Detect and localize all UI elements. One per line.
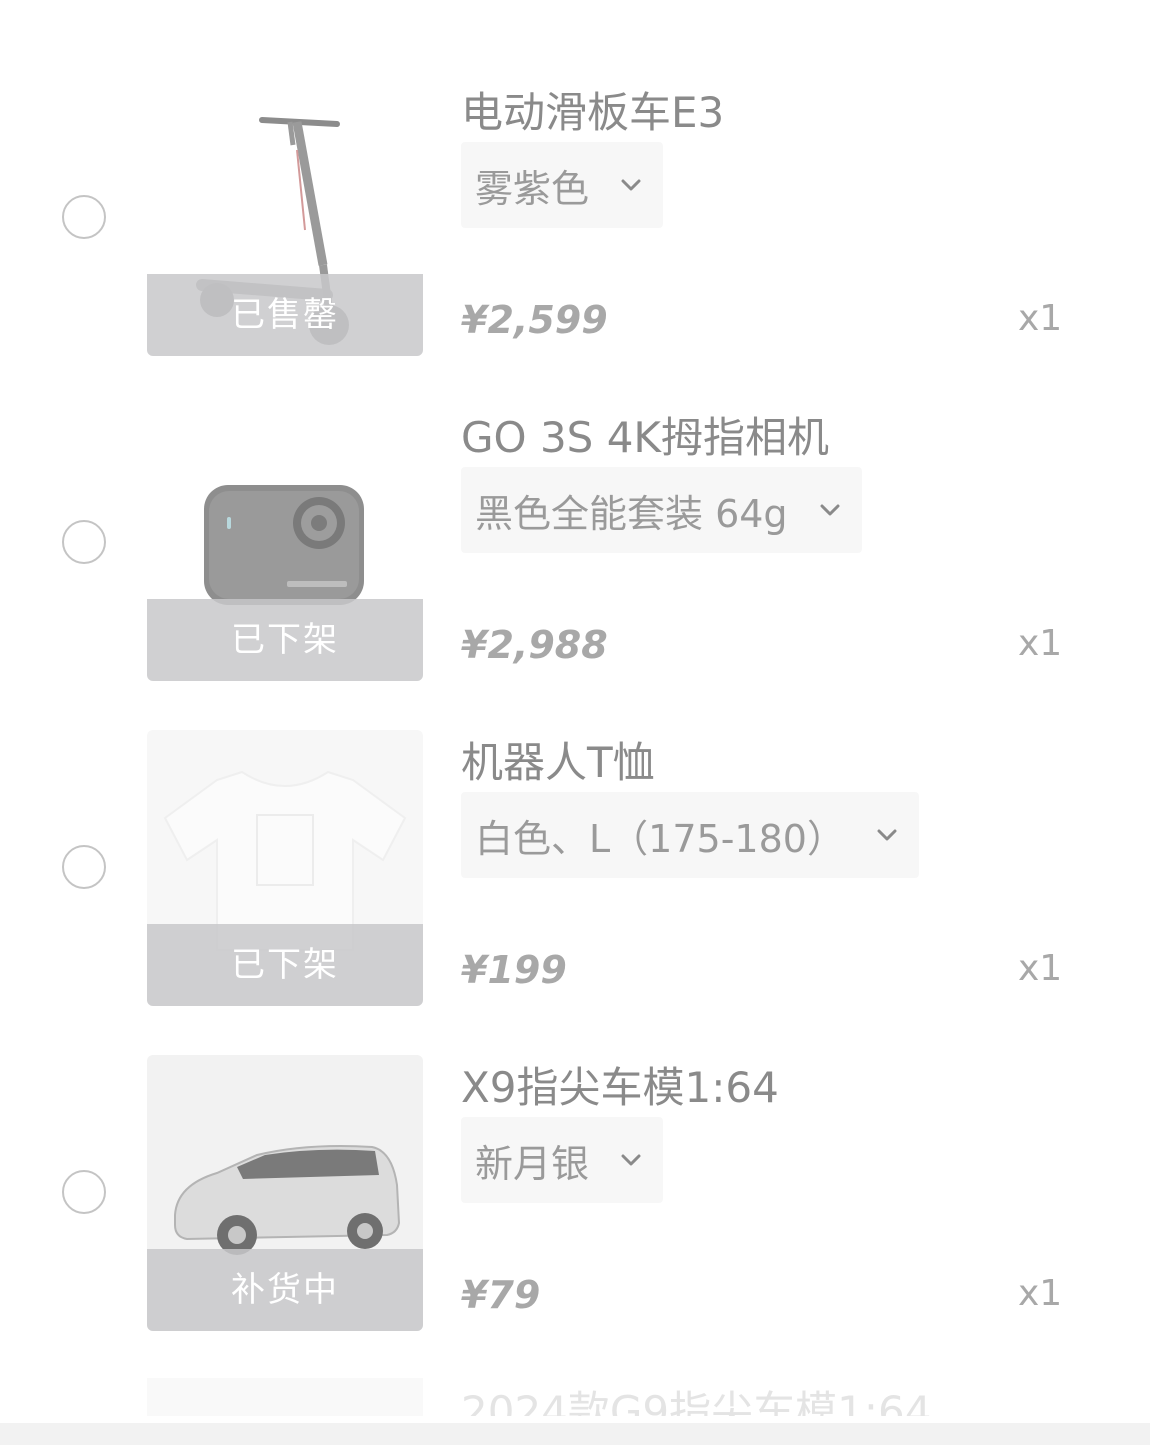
status-label: 已下架 — [147, 924, 423, 1006]
chevron-down-icon — [877, 829, 897, 841]
bottom-bar — [0, 1423, 1150, 1445]
status-label: 已售罄 — [147, 274, 423, 356]
chevron-down-icon — [621, 1154, 641, 1166]
variant-label: 黑色全能套装 64g — [475, 491, 788, 536]
variant-label: 白色、L（175-180） — [475, 816, 845, 861]
cart-item: 补货中 X9指尖车模1:64 新月银 ¥79 x1 — [0, 1030, 1150, 1355]
select-radio[interactable] — [62, 845, 106, 889]
variant-label: 雾紫色 — [475, 166, 590, 211]
product-thumbnail[interactable]: 已售罄 — [147, 80, 423, 356]
product-price: ¥79 — [461, 1273, 541, 1317]
product-name[interactable]: X9指尖车模1:64 — [461, 1054, 779, 1115]
product-name[interactable]: GO 3S 4K拇指相机 — [461, 404, 829, 465]
product-thumbnail[interactable]: 补货中 — [147, 1055, 423, 1331]
status-label: 补货中 — [147, 1249, 423, 1331]
chevron-down-icon — [621, 179, 641, 191]
select-radio[interactable] — [62, 1170, 106, 1214]
product-thumbnail[interactable] — [147, 1378, 423, 1416]
cart-item: 已下架 机器人T恤 白色、L（175-180） ¥199 x1 — [0, 705, 1150, 1030]
variant-selector[interactable]: 黑色全能套装 64g — [461, 467, 862, 553]
product-price: ¥199 — [461, 948, 567, 992]
cart-item: 已售罄 电动滑板车E3 雾紫色 ¥2,599 x1 — [0, 55, 1150, 380]
select-radio[interactable] — [62, 195, 106, 239]
product-quantity: x1 — [1018, 948, 1063, 989]
cart-page: 已售罄 电动滑板车E3 雾紫色 ¥2,599 x1 已下架 GO 3S 4K拇指… — [0, 0, 1150, 1445]
product-name[interactable]: 2024款G9指尖车模1:64 — [461, 1378, 931, 1416]
product-quantity: x1 — [1018, 298, 1063, 339]
product-name[interactable]: 机器人T恤 — [461, 729, 655, 790]
product-price: ¥2,599 — [461, 298, 608, 342]
product-quantity: x1 — [1018, 623, 1063, 664]
product-price: ¥2,988 — [461, 623, 608, 667]
cart-item: 已下架 GO 3S 4K拇指相机 黑色全能套装 64g ¥2,988 x1 — [0, 380, 1150, 705]
variant-label: 新月银 — [475, 1141, 590, 1186]
chevron-down-icon — [820, 504, 840, 516]
product-name[interactable]: 电动滑板车E3 — [461, 79, 724, 140]
status-label: 已下架 — [147, 599, 423, 681]
variant-selector[interactable]: 雾紫色 — [461, 142, 664, 228]
select-radio[interactable] — [62, 520, 106, 564]
variant-selector[interactable]: 白色、L（175-180） — [461, 792, 919, 878]
product-quantity: x1 — [1018, 1273, 1063, 1314]
product-thumbnail[interactable]: 已下架 — [147, 405, 423, 681]
variant-selector[interactable]: 新月银 — [461, 1117, 664, 1203]
product-thumbnail[interactable]: 已下架 — [147, 730, 423, 1006]
